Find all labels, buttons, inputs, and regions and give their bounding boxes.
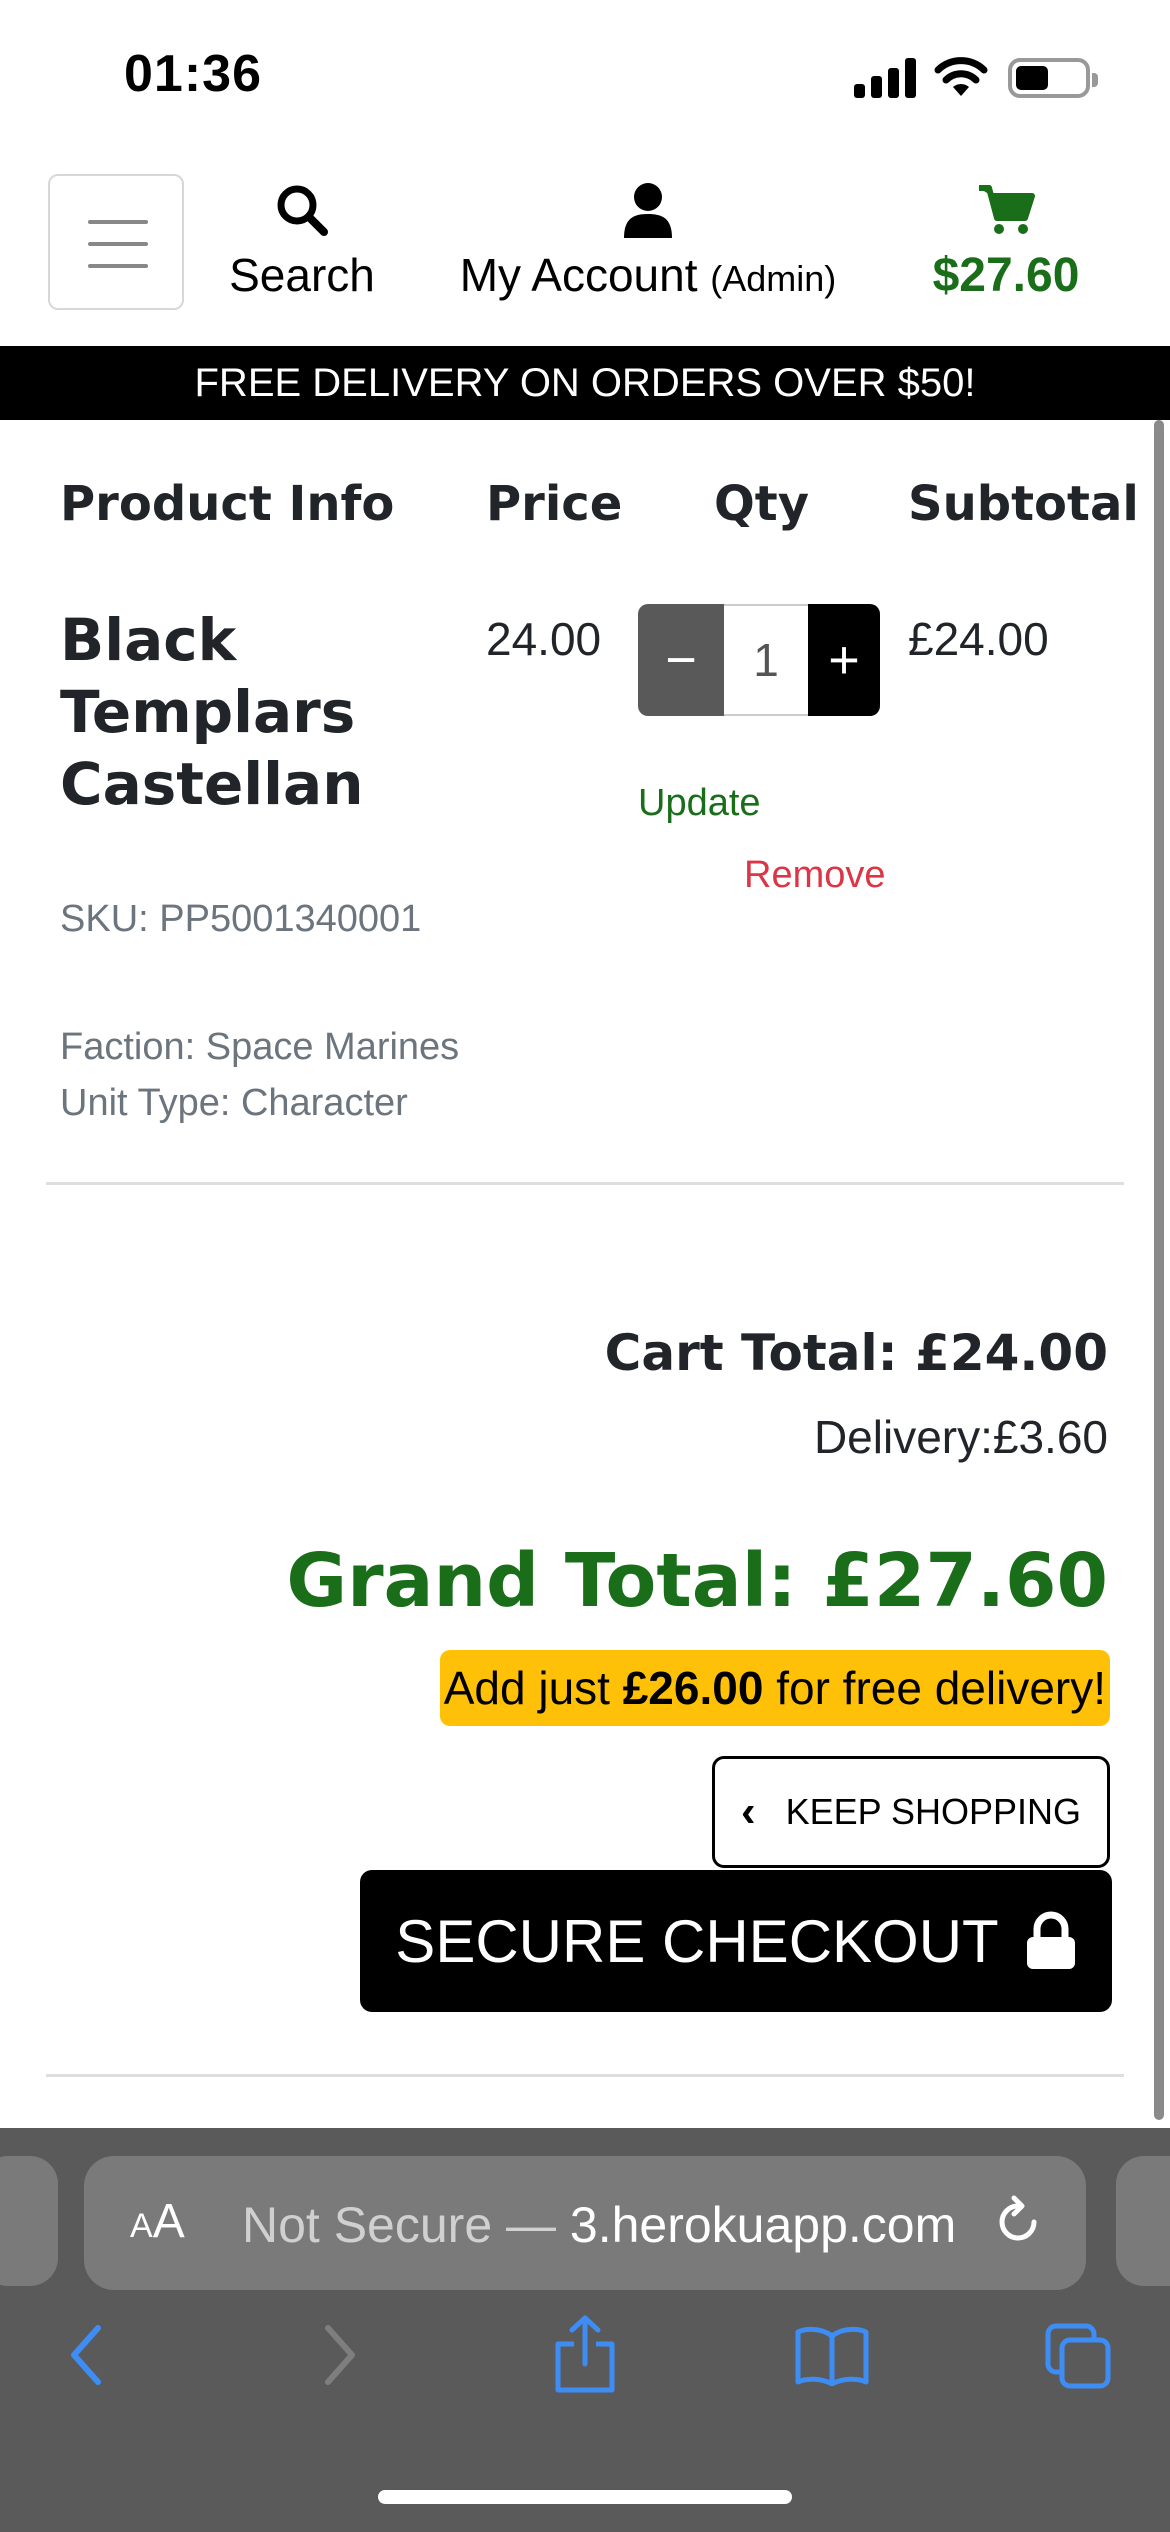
product-name-line: Black	[60, 606, 237, 674]
product-name-line: Templars	[60, 678, 356, 746]
status-bar: 01:36	[0, 0, 1170, 150]
quantity-stepper: − 1 +	[638, 604, 880, 716]
product-name-line: Castellan	[60, 750, 364, 818]
plus-icon: +	[828, 630, 860, 690]
nav-account-role: (Admin)	[710, 258, 837, 299]
product-faction: Faction: Space Marines	[60, 1026, 460, 1068]
delivery-cost: Delivery:£3.60	[813, 1411, 1108, 1463]
minus-icon: −	[665, 630, 697, 690]
reload-icon[interactable]	[988, 2192, 1048, 2257]
battery-icon	[1008, 58, 1098, 98]
browser-toolbar: AA Not Secure — 3.herokuapp.com	[0, 2128, 1170, 2532]
cart-total: Cart Total: £24.00	[604, 1324, 1108, 1382]
keep-shopping-label: KEEP SHOPPING	[785, 1791, 1082, 1832]
keep-shopping-button[interactable]: ‹ KEEP SHOPPING	[712, 1756, 1110, 1868]
secure-checkout-label: SECURE CHECKOUT	[395, 1907, 999, 1975]
cellular-signal-icon	[854, 58, 918, 98]
hamburger-menu-button[interactable]	[48, 174, 184, 310]
site-header: Search My Account (Admin) $27.60	[0, 150, 1170, 346]
footer-divider	[46, 2074, 1124, 2077]
tabs-icon[interactable]	[1044, 2322, 1114, 2397]
qty-input[interactable]: 1	[724, 604, 808, 716]
lock-icon	[1025, 1911, 1077, 1971]
column-header-qty: Qty	[714, 476, 810, 532]
column-header-product-info: Product Info	[60, 476, 395, 532]
nav-search-label: Search	[229, 249, 375, 301]
increment-qty-button[interactable]: +	[808, 604, 880, 716]
header-cart-total: $27.60	[932, 249, 1080, 302]
back-icon[interactable]	[62, 2320, 112, 2395]
search-icon	[222, 180, 382, 240]
nav-search[interactable]: Search	[222, 180, 382, 302]
shopping-cart-icon	[914, 180, 1098, 240]
product-name: Black Templars Castellan	[60, 604, 440, 820]
address-bar[interactable]: AA Not Secure — 3.herokuapp.com	[84, 2156, 1086, 2290]
nav-my-account[interactable]: My Account (Admin)	[446, 180, 850, 302]
nav-cart[interactable]: $27.60	[914, 180, 1098, 303]
product-sku: SKU: PP5001340001	[60, 898, 422, 940]
forward-icon[interactable]	[314, 2320, 364, 2395]
free-delivery-notice: Add just £26.00 for free delivery!	[439, 1650, 1110, 1726]
free-delivery-prefix: Add just	[443, 1662, 610, 1714]
user-icon	[446, 180, 850, 240]
grand-total: Grand Total: £27.60	[286, 1538, 1108, 1624]
item-price: 24.00	[486, 613, 602, 665]
bookmarks-icon[interactable]	[794, 2326, 870, 2391]
chevron-left-icon: ‹	[740, 1787, 756, 1836]
remove-link[interactable]: Remove	[744, 854, 886, 897]
next-tab-preview[interactable]	[1116, 2156, 1170, 2286]
status-time: 01:36	[124, 45, 262, 103]
share-icon[interactable]	[550, 2314, 620, 2399]
previous-tab-preview[interactable]	[0, 2156, 58, 2286]
nav-account-label: My Account	[459, 249, 698, 301]
page-scrollbar[interactable]	[1154, 420, 1164, 2120]
column-header-subtotal: Subtotal	[908, 476, 1139, 532]
update-link[interactable]: Update	[638, 782, 761, 825]
secure-checkout-button[interactable]: SECURE CHECKOUT	[360, 1870, 1112, 2012]
product-unit-type: Unit Type: Character	[60, 1082, 408, 1124]
item-subtotal: £24.00	[908, 613, 1049, 665]
home-indicator[interactable]	[378, 2490, 792, 2504]
reader-settings-button[interactable]: AA	[130, 2194, 185, 2249]
row-divider	[46, 1182, 1124, 1185]
url-text: Not Secure — 3.herokuapp.com	[242, 2197, 957, 2253]
free-delivery-suffix: for free delivery!	[776, 1662, 1106, 1714]
decrement-qty-button[interactable]: −	[638, 604, 724, 716]
free-delivery-banner: FREE DELIVERY ON ORDERS OVER $50!	[0, 346, 1170, 420]
wifi-icon	[934, 52, 988, 98]
column-header-price: Price	[486, 476, 623, 532]
free-delivery-amount: £26.00	[622, 1662, 764, 1714]
